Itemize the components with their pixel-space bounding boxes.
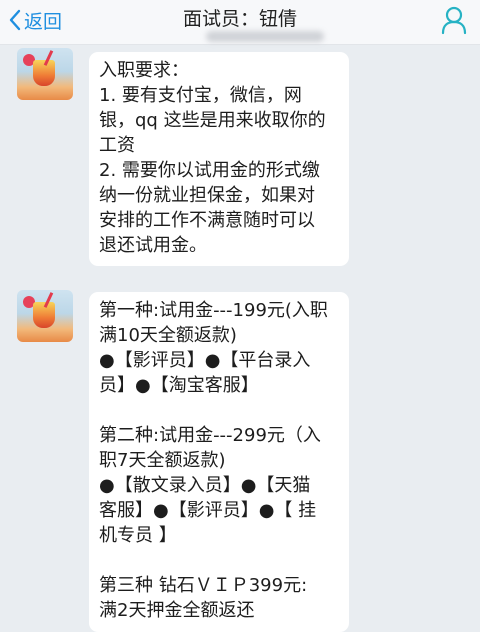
message-line xyxy=(99,398,339,423)
redacted-subtitle xyxy=(206,31,324,42)
user-icon xyxy=(440,6,468,39)
message-line: 银，qq 这些是用来收取你的 xyxy=(99,110,326,131)
message-line: 第二种:试用金---299元（入 xyxy=(99,425,321,446)
message-bubble: 第一种:试用金---199元(入职 满10天全额返款) ●【影评员】●【平台录入… xyxy=(89,292,349,632)
chat-title: 面试员：钮倩 xyxy=(182,8,297,30)
message-line: 工资 xyxy=(99,135,135,156)
message-line: 机专员 】 xyxy=(99,525,177,546)
message-line: 职7天全额返款) xyxy=(99,450,226,471)
message-line: 满10天全额返款) xyxy=(99,325,237,346)
message-line: ●【散文录入员】●【天猫 xyxy=(99,475,311,496)
message-line xyxy=(99,548,339,573)
message-line: 满2天押金全额返还 xyxy=(99,600,255,621)
message-line: 入职要求： xyxy=(99,60,189,81)
message-line: 员】●【淘宝客服】 xyxy=(99,375,259,396)
message-line: 第三种 钻石ＶＩＰ399元: xyxy=(99,575,308,596)
message-line: ●【影评员】●【平台录入 xyxy=(99,350,311,371)
profile-button[interactable] xyxy=(440,5,468,35)
message-line: 1. 要有支付宝，微信，网 xyxy=(99,85,302,106)
message-bubble: 入职要求： 1. 要有支付宝，微信，网 银，qq 这些是用来收取你的 工资 2.… xyxy=(89,52,349,266)
message-line: 安排的工作不满意随时可以 xyxy=(99,210,315,231)
message-line: 退还试用金。 xyxy=(99,235,207,256)
avatar[interactable] xyxy=(17,290,73,342)
avatar[interactable] xyxy=(17,48,73,100)
message-line: 客服】●【影评员】●【 挂 xyxy=(99,500,317,521)
message-line: 纳一份就业担保金，如果对 xyxy=(99,185,315,206)
message-line: 2. 需要你以试用金的形式缴 xyxy=(99,160,320,181)
top-bar: 返回 面试员：钮倩 xyxy=(0,0,480,45)
message-line: 第一种:试用金---199元(入职 xyxy=(99,300,328,321)
